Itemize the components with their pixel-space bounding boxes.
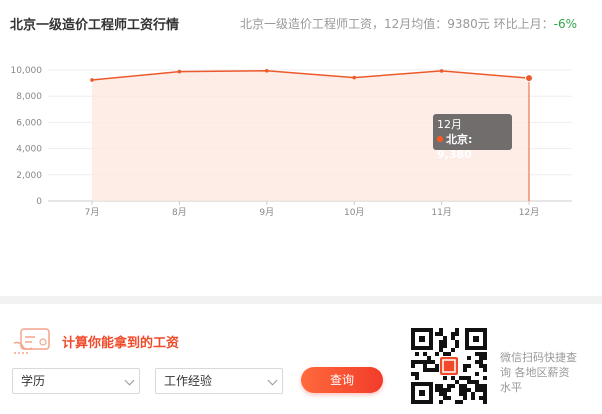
y-tick-label: 0	[36, 197, 42, 207]
y-tick-label: 10,000	[11, 66, 43, 76]
x-tick-label: 8月	[172, 207, 187, 218]
x-tick-label: 10月	[344, 207, 364, 218]
x-axis: 7月 8月 9月 10月 11月 12月	[85, 201, 539, 218]
calculator-card-icon	[13, 328, 50, 354]
data-point	[352, 75, 357, 80]
y-tick-label: 8,000	[16, 92, 42, 102]
change-value: -6%	[553, 17, 577, 31]
summary-text: 北京一级造价工程师工资，12月均值：9380元 环比上月：	[239, 17, 554, 31]
data-point	[177, 69, 182, 74]
x-tick-label: 11月	[431, 207, 451, 218]
y-axis: 0 2,000 4,000 6,000 8,000 10,000	[11, 66, 43, 207]
page-title: 北京一级造价工程师工资行情	[10, 18, 180, 33]
tooltip-title: 12月	[437, 118, 462, 131]
y-tick-label: 6,000	[16, 118, 42, 128]
experience-select-value: 工作经验	[164, 374, 213, 388]
calculator-title: 计算你能拿到的工资	[62, 336, 180, 351]
salary-summary: 北京一级造价工程师工资，12月均值：9380元 环比上月：-6%	[240, 15, 577, 32]
chevron-down-icon	[124, 375, 135, 386]
salary-trend-panel: 北京一级造价工程师工资行情 北京一级造价工程师工资，12月均值：9380元 环比…	[0, 0, 602, 296]
x-tick-label: 7月	[85, 207, 100, 218]
salary-calculator: 计算你能拿到的工资 学历 工作经验 查询 微信扫码快捷查询 各地区薪资水平	[0, 304, 602, 414]
series-dot-icon	[437, 136, 443, 142]
experience-select[interactable]: 工作经验	[155, 368, 283, 394]
tooltip-value: 北京: 9,380	[437, 132, 508, 162]
data-point	[439, 69, 444, 73]
x-tick-label: 12月	[519, 207, 539, 218]
query-button[interactable]: 查询	[301, 367, 383, 393]
data-point	[265, 68, 269, 73]
section-divider	[0, 296, 602, 304]
data-point	[525, 74, 533, 83]
x-tick-label: 9月	[259, 207, 274, 218]
education-select-value: 学历	[21, 374, 46, 388]
chart-tooltip: 12月 北京: 9,380	[433, 114, 512, 161]
data-point	[90, 78, 94, 82]
qr-hint-text: 微信扫码快捷查询 各地区薪资水平	[500, 351, 577, 394]
education-select[interactable]: 学历	[12, 368, 140, 394]
y-tick-label: 2,000	[16, 171, 42, 181]
chevron-down-icon	[267, 375, 278, 386]
qr-code-icon	[411, 328, 487, 404]
y-tick-label: 4,000	[16, 145, 42, 155]
